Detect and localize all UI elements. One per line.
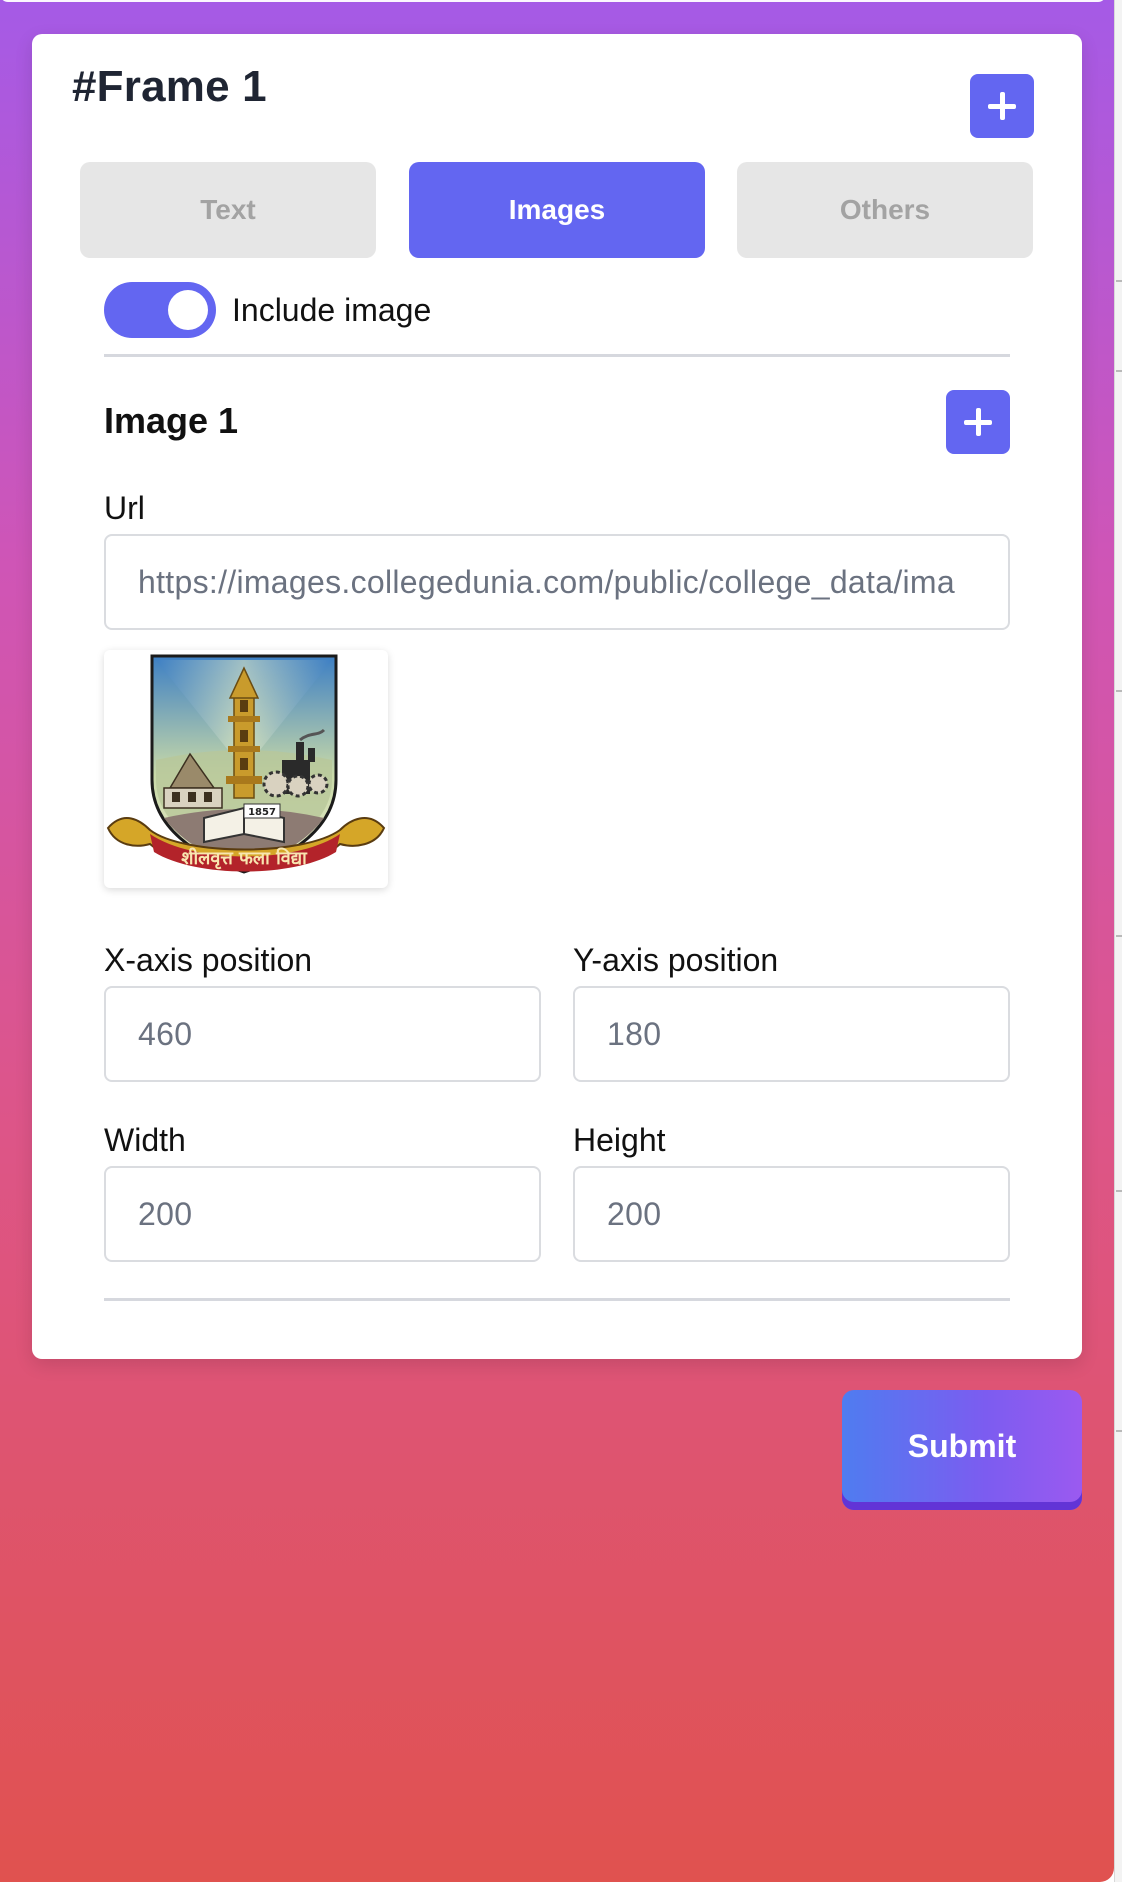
submit-button[interactable]: Submit	[842, 1390, 1082, 1510]
url-input[interactable]	[104, 534, 1010, 630]
crest-year-text: 1857	[248, 807, 276, 818]
frame-title: #Frame 1	[72, 62, 267, 111]
x-axis-input[interactable]	[104, 986, 541, 1082]
background-window-edge	[1114, 0, 1122, 1882]
include-image-toggle[interactable]	[104, 282, 216, 338]
tab-others[interactable]: Others	[737, 162, 1033, 258]
plus-icon	[964, 408, 992, 436]
university-crest-image: 1857 शीलवृत्त फला विद्या	[106, 654, 386, 874]
crest-motto-text: शीलवृत्त फला विद्या	[181, 847, 308, 870]
section-divider	[104, 354, 1010, 357]
height-label: Height	[573, 1122, 666, 1158]
y-axis-input[interactable]	[573, 986, 1010, 1082]
edge-mark	[1116, 935, 1122, 937]
toggle-knob	[168, 290, 208, 330]
tab-images[interactable]: Images	[409, 162, 705, 258]
top-strip	[0, 0, 1106, 2]
x-axis-label: X-axis position	[104, 942, 313, 978]
section-divider-bottom	[104, 1298, 1010, 1301]
edge-mark	[1116, 1190, 1122, 1192]
edge-mark	[1116, 280, 1122, 282]
tab-text[interactable]: Text	[80, 162, 376, 258]
edge-mark	[1116, 690, 1122, 692]
height-input[interactable]	[573, 1166, 1010, 1262]
y-axis-label: Y-axis position	[573, 942, 779, 978]
image-section-title: Image 1	[104, 400, 239, 441]
width-input[interactable]	[104, 1166, 541, 1262]
add-frame-button[interactable]	[970, 74, 1034, 138]
include-image-label: Include image	[232, 292, 432, 328]
app-background: #Frame 1 Text Images Others Include imag…	[0, 0, 1114, 1882]
image-preview: 1857 शीलवृत्त फला विद्या	[104, 650, 388, 888]
frame-card: #Frame 1 Text Images Others Include imag…	[32, 34, 1082, 1359]
edge-mark	[1116, 370, 1122, 372]
edge-mark	[1116, 1430, 1122, 1432]
url-label: Url	[104, 490, 145, 526]
width-label: Width	[104, 1122, 186, 1158]
plus-icon	[988, 92, 1016, 120]
add-image-button[interactable]	[946, 390, 1010, 454]
